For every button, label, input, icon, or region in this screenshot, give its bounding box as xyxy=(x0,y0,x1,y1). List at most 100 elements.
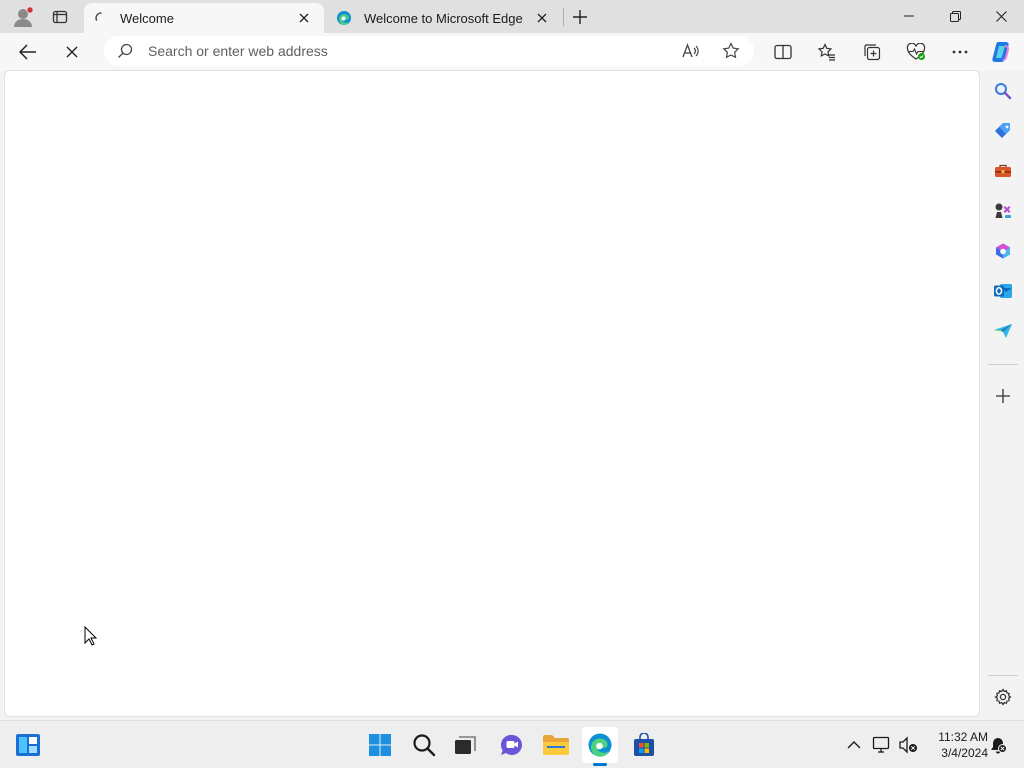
tab-separator xyxy=(563,8,564,26)
clock-time: 11:32 AM xyxy=(938,730,988,744)
taskbar: 11:32 AM 3/4/2024 xyxy=(0,720,1024,768)
minimize-icon xyxy=(904,15,914,17)
tab-welcome-edge[interactable]: Welcome to Microsoft Edge xyxy=(326,3,562,33)
edge-logo-icon xyxy=(337,11,351,25)
sidebar-customize-button[interactable] xyxy=(988,381,1018,411)
shopping-tag-icon xyxy=(995,123,1010,138)
stop-loading-button[interactable] xyxy=(57,37,87,67)
copilot-icon xyxy=(992,42,1010,62)
loading-spinner-icon xyxy=(95,12,102,21)
volume-button[interactable] xyxy=(896,733,920,757)
collections-icon xyxy=(864,44,881,61)
chess-piece-icon xyxy=(995,203,1011,218)
close-icon xyxy=(537,13,547,23)
copilot-button[interactable] xyxy=(987,37,1017,67)
address-input[interactable] xyxy=(148,43,648,59)
outlook-icon xyxy=(994,284,1012,298)
plus-icon xyxy=(573,10,587,24)
sidebar-games-button[interactable] xyxy=(988,196,1018,226)
windows-start-icon xyxy=(369,734,391,756)
profile-button[interactable] xyxy=(8,3,38,31)
navigation-toolbar xyxy=(0,33,1024,70)
search-icon xyxy=(995,83,1012,100)
favorites-button[interactable] xyxy=(812,37,842,67)
favorites-icon xyxy=(818,43,835,61)
read-aloud-icon xyxy=(682,43,699,58)
tab-actions-icon xyxy=(52,10,68,24)
sidebar-tools-button[interactable] xyxy=(988,156,1018,186)
widgets-icon xyxy=(16,734,40,756)
plus-icon xyxy=(996,389,1010,403)
sidebar-drop-button[interactable] xyxy=(988,316,1018,346)
title-bar: Welcome Welcome to Microsoft Edge xyxy=(0,0,1024,33)
collections-button[interactable] xyxy=(857,37,887,67)
microsoft365-icon xyxy=(996,243,1010,259)
tab-close-button[interactable] xyxy=(294,8,314,28)
split-screen-button[interactable] xyxy=(768,37,798,67)
new-tab-button[interactable] xyxy=(566,3,594,31)
close-icon xyxy=(995,10,1007,22)
tab-title: Welcome to Microsoft Edge xyxy=(364,10,523,26)
network-button[interactable] xyxy=(870,733,894,757)
volume-muted-icon xyxy=(899,736,917,754)
sidebar-settings-button[interactable] xyxy=(988,682,1018,712)
teams-chat-icon xyxy=(500,734,522,755)
mouse-cursor-icon xyxy=(84,626,98,646)
show-hidden-icons-button[interactable] xyxy=(842,733,866,757)
widgets-button[interactable] xyxy=(10,727,46,763)
task-view-button[interactable] xyxy=(448,727,484,763)
sidebar-microsoft365-button[interactable] xyxy=(988,236,1018,266)
close-window-button[interactable] xyxy=(978,0,1024,32)
close-icon xyxy=(66,46,78,58)
star-add-icon xyxy=(722,42,740,59)
edge-taskbar-button[interactable] xyxy=(582,727,618,766)
sidebar-search-button[interactable] xyxy=(988,76,1018,106)
back-arrow-icon xyxy=(19,44,36,60)
edge-sidebar xyxy=(982,70,1024,717)
tab-title: Welcome xyxy=(120,10,174,26)
address-bar[interactable] xyxy=(104,36,754,66)
restore-button[interactable] xyxy=(932,0,978,32)
minimize-button[interactable] xyxy=(886,0,932,32)
browser-essentials-button[interactable] xyxy=(901,37,931,67)
network-icon xyxy=(872,736,890,753)
tab-close-button[interactable] xyxy=(532,8,552,28)
gear-icon xyxy=(994,688,1012,706)
add-favorite-button[interactable] xyxy=(716,36,746,66)
search-icon xyxy=(110,36,140,66)
taskbar-search-button[interactable] xyxy=(406,727,442,763)
close-icon xyxy=(299,13,309,23)
heart-pulse-icon xyxy=(906,43,926,60)
read-aloud-button[interactable] xyxy=(676,36,706,66)
folder-icon xyxy=(543,735,569,755)
tab-welcome[interactable]: Welcome xyxy=(84,3,324,33)
tab-actions-button[interactable] xyxy=(45,3,75,31)
paper-plane-icon xyxy=(994,324,1012,338)
teams-chat-button[interactable] xyxy=(494,727,530,763)
restore-icon xyxy=(949,10,961,22)
sidebar-divider xyxy=(988,675,1018,676)
sidebar-divider xyxy=(988,364,1018,365)
start-button[interactable] xyxy=(362,727,398,763)
sidebar-outlook-button[interactable] xyxy=(988,276,1018,306)
page-content[interactable] xyxy=(4,70,980,717)
store-button[interactable] xyxy=(626,727,662,763)
file-explorer-button[interactable] xyxy=(538,727,574,763)
active-app-indicator xyxy=(593,763,607,766)
back-button[interactable] xyxy=(13,37,43,67)
chevron-up-icon xyxy=(847,741,861,749)
profile-icon xyxy=(14,6,34,27)
toolbox-icon xyxy=(995,164,1011,177)
store-icon xyxy=(634,733,654,756)
edge-icon xyxy=(588,733,612,757)
split-screen-icon xyxy=(774,44,792,60)
clock-date: 3/4/2024 xyxy=(941,746,988,760)
settings-more-button[interactable] xyxy=(945,37,975,67)
notification-bell-icon xyxy=(991,738,1007,754)
sidebar-shopping-button[interactable] xyxy=(988,116,1018,146)
notifications-button[interactable] xyxy=(986,733,1010,757)
system-clock[interactable]: 11:32 AM 3/4/2024 xyxy=(926,729,988,761)
search-icon xyxy=(413,734,436,757)
task-view-icon xyxy=(455,736,476,754)
more-icon xyxy=(952,50,968,54)
